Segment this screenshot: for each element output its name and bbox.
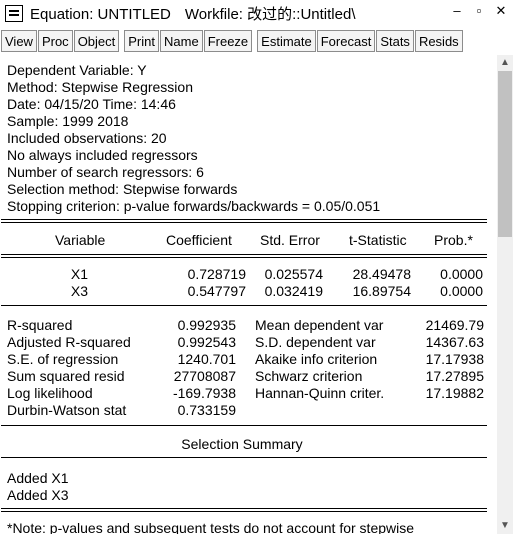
stat-value-schwarz: 17.27895 bbox=[425, 368, 484, 384]
stopping-criterion-line: Stopping criterion: p-value forwards/bac… bbox=[7, 198, 381, 214]
std-error-x1: 0.025574 bbox=[264, 266, 323, 282]
selection-method-line: Selection method: Stepwise forwards bbox=[7, 181, 238, 197]
table-top-rule bbox=[1, 219, 487, 220]
scroll-up-icon[interactable]: ▲ bbox=[497, 55, 513, 71]
stat-value-r-squared: 0.992935 bbox=[177, 317, 236, 333]
stat-label-se-regression: S.E. of regression bbox=[7, 351, 119, 367]
window-title-workfile: Workfile: 改过的::Untitled\ bbox=[184, 5, 356, 23]
col-header-std-error: Std. Error bbox=[260, 232, 320, 248]
stat-label-r-squared: R-squared bbox=[7, 317, 73, 333]
equation-window-icon[interactable] bbox=[5, 4, 23, 22]
stat-label-adj-r-squared: Adjusted R-squared bbox=[7, 334, 131, 350]
freeze-button[interactable]: Freeze bbox=[203, 30, 253, 52]
close-icon[interactable]: ✕ bbox=[495, 3, 507, 19]
stepwise-note: *Note: p-values and subsequent tests do … bbox=[7, 520, 415, 534]
scrollbar-thumb[interactable] bbox=[498, 71, 512, 237]
coef-variable-x1: X1 bbox=[70, 266, 88, 282]
forecast-button[interactable]: Forecast bbox=[316, 30, 376, 52]
stat-label-log-likelihood: Log likelihood bbox=[7, 385, 93, 401]
t-stat-x1: 28.49478 bbox=[352, 266, 411, 282]
always-included-line: No always included regressors bbox=[7, 147, 198, 163]
prob-x3: 0.0000 bbox=[440, 283, 483, 299]
name-button[interactable]: Name bbox=[160, 30, 203, 52]
stat-label-mean-dep: Mean dependent var bbox=[255, 317, 384, 333]
stat-value-sd-dep: 14367.63 bbox=[425, 334, 484, 350]
equation-toolbar: View Proc Object Print Name Freeze Estim… bbox=[0, 30, 513, 52]
stat-label-schwarz: Schwarz criterion bbox=[255, 368, 363, 384]
search-regressors-line: Number of search regressors: 6 bbox=[7, 164, 204, 180]
selection-mid-rule bbox=[1, 457, 487, 458]
estimate-button[interactable]: Estimate bbox=[257, 30, 316, 52]
coef-value-x1: 0.728719 bbox=[187, 266, 246, 282]
scroll-down-icon[interactable]: ▼ bbox=[497, 518, 513, 534]
selection-item-x1: Added X1 bbox=[7, 470, 69, 486]
selection-bottom-rule-2 bbox=[1, 511, 487, 512]
stat-value-ssr: 27708087 bbox=[173, 368, 236, 384]
stats-button[interactable]: Stats bbox=[376, 30, 414, 52]
selection-summary-title: Selection Summary bbox=[181, 436, 303, 452]
object-button[interactable]: Object bbox=[73, 30, 120, 52]
estimation-output: Dependent Variable: Y Method: Stepwise R… bbox=[0, 55, 497, 534]
table-top-rule-2 bbox=[1, 222, 487, 223]
col-header-t-statistic: t-Statistic bbox=[349, 232, 407, 248]
date-time-line: Date: 04/15/20 Time: 14:46 bbox=[7, 96, 176, 112]
col-header-variable: Variable bbox=[55, 232, 106, 248]
stat-value-adj-r-squared: 0.992543 bbox=[177, 334, 236, 350]
resids-button[interactable]: Resids bbox=[414, 30, 463, 52]
col-header-coefficient: Coefficient bbox=[166, 232, 232, 248]
coef-variable-x3: X3 bbox=[70, 283, 88, 299]
std-error-x3: 0.032419 bbox=[264, 283, 323, 299]
col-header-prob: Prob.* bbox=[434, 232, 473, 248]
stat-label-ssr: Sum squared resid bbox=[7, 368, 125, 384]
method-line: Method: Stepwise Regression bbox=[7, 79, 193, 95]
stat-value-akaike: 17.17938 bbox=[425, 351, 484, 367]
selection-bottom-rule bbox=[1, 508, 487, 509]
stat-label-hannan-quinn: Hannan-Quinn criter. bbox=[255, 385, 385, 401]
stat-value-hannan-quinn: 17.19882 bbox=[425, 385, 484, 401]
window-title: Equation: UNTITLED Workfile: 改过的::Untitle… bbox=[30, 3, 356, 24]
stat-label-sd-dep: S.D. dependent var bbox=[255, 334, 376, 350]
stat-value-mean-dep: 21469.79 bbox=[425, 317, 484, 333]
included-observations-line: Included observations: 20 bbox=[7, 130, 167, 146]
t-stat-x3: 16.89754 bbox=[352, 283, 411, 299]
selection-top-rule bbox=[1, 425, 487, 426]
coef-value-x3: 0.547797 bbox=[187, 283, 246, 299]
proc-button[interactable]: Proc bbox=[37, 30, 73, 52]
header-rule-2 bbox=[1, 257, 487, 258]
view-button[interactable]: View bbox=[1, 30, 37, 52]
vertical-scrollbar[interactable]: ▲ ▼ bbox=[497, 55, 513, 534]
minimize-icon[interactable]: – bbox=[451, 3, 463, 19]
stat-value-log-likelihood: -169.7938 bbox=[172, 385, 236, 401]
window-title-name: Equation: UNTITLED bbox=[30, 5, 171, 23]
selection-item-x3: Added X3 bbox=[7, 487, 69, 503]
window-titlebar: Equation: UNTITLED Workfile: 改过的::Untitle… bbox=[0, 0, 513, 26]
stat-label-durbin-watson: Durbin-Watson stat bbox=[7, 402, 127, 418]
print-button[interactable]: Print bbox=[124, 30, 159, 52]
prob-x1: 0.0000 bbox=[440, 266, 483, 282]
dependent-variable-line: Dependent Variable: Y bbox=[7, 62, 147, 78]
stats-top-rule bbox=[1, 305, 487, 306]
stat-value-durbin-watson: 0.733159 bbox=[177, 402, 236, 418]
stat-label-akaike: Akaike info criterion bbox=[255, 351, 378, 367]
maximize-icon[interactable]: ▫ bbox=[473, 3, 485, 19]
stat-value-se-regression: 1240.701 bbox=[177, 351, 236, 367]
sample-line: Sample: 1999 2018 bbox=[7, 113, 129, 129]
header-rule bbox=[1, 254, 487, 255]
window-controls: – ▫ ✕ bbox=[451, 3, 507, 19]
